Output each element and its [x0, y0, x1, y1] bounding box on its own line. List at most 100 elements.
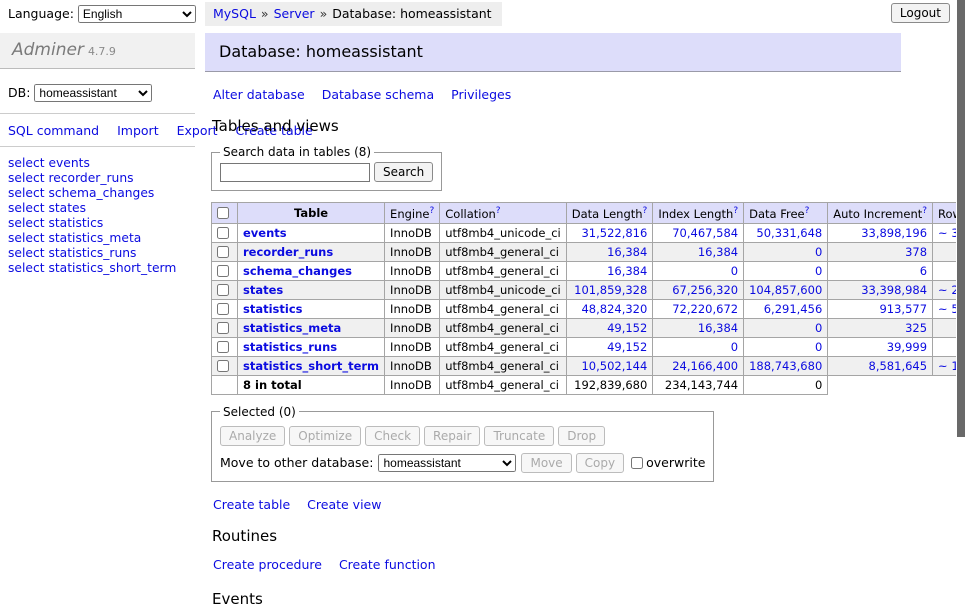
drop-button[interactable]: Drop	[558, 426, 605, 446]
data-free-link[interactable]: 50,331,648	[756, 226, 822, 240]
row-checkbox[interactable]	[217, 265, 229, 277]
help-link[interactable]: ?	[496, 206, 501, 216]
database-schema-link[interactable]: Database schema	[322, 87, 434, 102]
table-name-link[interactable]: states	[243, 283, 283, 297]
scrollbar-thumb[interactable]	[957, 0, 965, 437]
create-table-link[interactable]: Create table	[213, 497, 290, 512]
auto-increment-link[interactable]: 33,398,984	[861, 283, 927, 297]
index-length-link[interactable]: 67,256,320	[672, 283, 738, 297]
help-link[interactable]: ?	[733, 206, 738, 216]
auto-increment-link[interactable]: 33,898,196	[861, 226, 927, 240]
table-name-link[interactable]: statistics_meta	[243, 321, 341, 335]
row-checkbox[interactable]	[217, 360, 229, 372]
collation-cell: utf8mb4_general_ci	[440, 356, 567, 375]
create-view-link[interactable]: Create view	[307, 497, 381, 512]
index-length-link[interactable]: 0	[731, 264, 738, 278]
sidebar-item-select-statistics-meta[interactable]: select statistics_meta	[8, 231, 187, 246]
overwrite-option[interactable]: overwrite	[631, 455, 705, 470]
optimize-button[interactable]: Optimize	[289, 426, 361, 446]
engine-cell: InnoDB	[385, 299, 440, 318]
sidebar-item-select-states[interactable]: select states	[8, 201, 187, 216]
data-free: 0	[744, 318, 828, 337]
data-free-link[interactable]: 188,743,680	[749, 359, 822, 373]
index-length-link[interactable]: 24,166,400	[672, 359, 738, 373]
table-name-link[interactable]: statistics	[243, 302, 303, 316]
help-link[interactable]: ?	[922, 206, 927, 216]
help-link[interactable]: ?	[805, 206, 810, 216]
auto-increment: 33,398,984	[828, 280, 933, 299]
row-checkbox[interactable]	[217, 322, 229, 334]
table-name-link[interactable]: events	[243, 226, 287, 240]
select-all-checkbox[interactable]	[217, 207, 229, 219]
copy-button[interactable]: Copy	[576, 453, 624, 473]
data-free-link[interactable]: 0	[815, 340, 822, 354]
repair-button[interactable]: Repair	[424, 426, 480, 446]
sidebar-link-import[interactable]: Import	[117, 123, 159, 138]
language-label: Language:	[8, 6, 74, 21]
help-link[interactable]: ?	[643, 206, 648, 216]
breadcrumb-link-server[interactable]: Server	[274, 6, 315, 21]
sidebar-item-select-statistics-runs[interactable]: select statistics_runs	[8, 246, 187, 261]
breadcrumb-link-mysql[interactable]: MySQL	[213, 6, 256, 21]
search-input[interactable]	[220, 163, 370, 182]
auto-increment-link[interactable]: 8,581,645	[869, 359, 928, 373]
index-length-link[interactable]: 72,220,672	[672, 302, 738, 316]
check-button[interactable]: Check	[365, 426, 420, 446]
logout-button[interactable]: Logout	[891, 3, 950, 23]
data-length-link[interactable]: 49,152	[607, 321, 647, 335]
sidebar-link-sql-command[interactable]: SQL command	[8, 123, 99, 138]
row-checkbox[interactable]	[217, 284, 229, 296]
data-length: 31,522,816	[566, 223, 653, 242]
sidebar-table-links: select events select recorder_runs selec…	[0, 154, 195, 276]
auto-increment-link[interactable]: 39,999	[887, 340, 927, 354]
auto-increment-link[interactable]: 378	[905, 245, 927, 259]
row-checkbox[interactable]	[217, 227, 229, 239]
create-procedure-link[interactable]: Create procedure	[213, 557, 322, 572]
sidebar-item-select-schema-changes[interactable]: select schema_changes	[8, 186, 187, 201]
index-length-link[interactable]: 16,384	[698, 245, 738, 259]
data-length-link[interactable]: 10,502,144	[581, 359, 647, 373]
move-database-select[interactable]: homeassistant	[378, 454, 516, 472]
index-length-link[interactable]: 70,467,584	[672, 226, 738, 240]
sidebar-item-select-statistics-short-term[interactable]: select statistics_short_term	[8, 261, 187, 276]
analyze-button[interactable]: Analyze	[220, 426, 285, 446]
vertical-scrollbar[interactable]	[956, 0, 966, 543]
create-function-link[interactable]: Create function	[339, 557, 436, 572]
column-header-table: Table	[238, 203, 385, 224]
data-free-link[interactable]: 0	[815, 264, 822, 278]
table-name-link[interactable]: schema_changes	[243, 264, 352, 278]
row-checkbox[interactable]	[217, 246, 229, 258]
privileges-link[interactable]: Privileges	[451, 87, 511, 102]
data-length-link[interactable]: 16,384	[607, 264, 647, 278]
truncate-button[interactable]: Truncate	[484, 426, 554, 446]
data-length-link[interactable]: 49,152	[607, 340, 647, 354]
table-name-link[interactable]: statistics_runs	[243, 340, 337, 354]
move-button[interactable]: Move	[521, 453, 571, 473]
auto-increment-link[interactable]: 325	[905, 321, 927, 335]
help-link[interactable]: ?	[429, 206, 434, 216]
overwrite-checkbox[interactable]	[631, 457, 643, 469]
auto-increment-link[interactable]: 913,577	[879, 302, 927, 316]
data-free-link[interactable]: 6,291,456	[764, 302, 823, 316]
sidebar-item-select-recorder-runs[interactable]: select recorder_runs	[8, 171, 187, 186]
alter-database-link[interactable]: Alter database	[213, 87, 305, 102]
index-length-link[interactable]: 0	[731, 340, 738, 354]
auto-increment-link[interactable]: 6	[920, 264, 927, 278]
language-select[interactable]: English	[78, 5, 196, 23]
search-button[interactable]: Search	[374, 162, 433, 182]
table-name-link[interactable]: recorder_runs	[243, 245, 333, 259]
db-select[interactable]: homeassistant	[34, 84, 152, 102]
table-name-link[interactable]: statistics_short_term	[243, 359, 379, 373]
data-length-link[interactable]: 31,522,816	[581, 226, 647, 240]
row-checkbox[interactable]	[217, 341, 229, 353]
sidebar-item-select-statistics[interactable]: select statistics	[8, 216, 187, 231]
sidebar-item-select-events[interactable]: select events	[8, 156, 187, 171]
row-checkbox[interactable]	[217, 303, 229, 315]
data-free-link[interactable]: 0	[815, 245, 822, 259]
data-free-link[interactable]: 104,857,600	[749, 283, 822, 297]
data-length-link[interactable]: 48,824,320	[581, 302, 647, 316]
index-length-link[interactable]: 16,384	[698, 321, 738, 335]
data-free-link[interactable]: 0	[815, 321, 822, 335]
data-length-link[interactable]: 16,384	[607, 245, 647, 259]
data-length-link[interactable]: 101,859,328	[574, 283, 647, 297]
